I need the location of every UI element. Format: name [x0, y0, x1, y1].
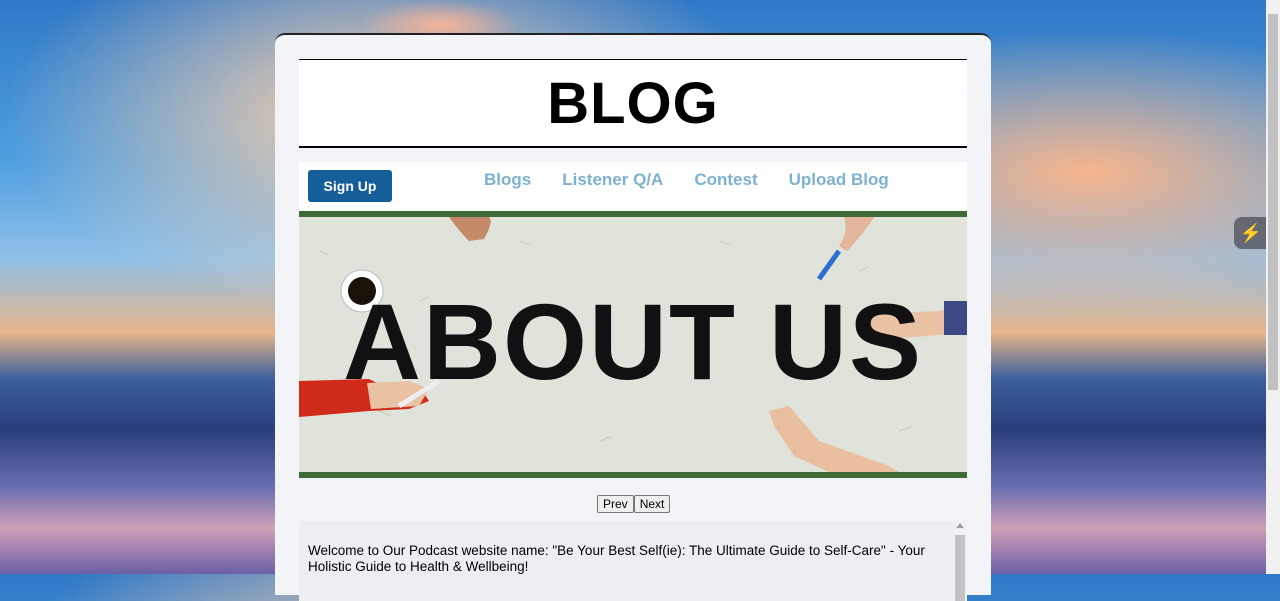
next-button[interactable]: Next [633, 495, 671, 513]
sign-up-button[interactable]: Sign Up [308, 170, 392, 202]
prev-button[interactable]: Prev [597, 495, 634, 513]
nav-link-upload-blog[interactable]: Upload Blog [789, 170, 889, 190]
content-scrollbar[interactable] [953, 521, 967, 601]
content-scroll-thumb[interactable] [955, 535, 965, 601]
page-header: BLOG [299, 59, 967, 148]
page-title: BLOG [547, 70, 719, 136]
scroll-up-arrow-icon[interactable] [956, 523, 964, 528]
bolt-icon[interactable]: ⚡ [1234, 217, 1268, 249]
hero-image: ABOUT US [299, 211, 967, 478]
blog-card: BLOG Sign Up Blogs Listener Q/A Contest … [275, 33, 991, 601]
page-scroll-thumb[interactable] [1268, 14, 1278, 390]
nav-link-blogs[interactable]: Blogs [484, 170, 531, 190]
hero-text: ABOUT US [343, 281, 923, 402]
blog-content: Welcome to Our Podcast website name: "Be… [299, 521, 967, 601]
navbar: Sign Up Blogs Listener Q/A Contest Uploa… [299, 162, 967, 210]
nav-link-contest[interactable]: Contest [694, 170, 757, 190]
nav-link-listener-qa[interactable]: Listener Q/A [562, 170, 663, 190]
nav-links: Blogs Listener Q/A Contest Upload Blog [484, 170, 889, 190]
blog-content-text: Welcome to Our Podcast website name: "Be… [308, 543, 925, 574]
page-scrollbar[interactable] [1266, 0, 1280, 574]
pager: Prev Next [597, 495, 671, 513]
